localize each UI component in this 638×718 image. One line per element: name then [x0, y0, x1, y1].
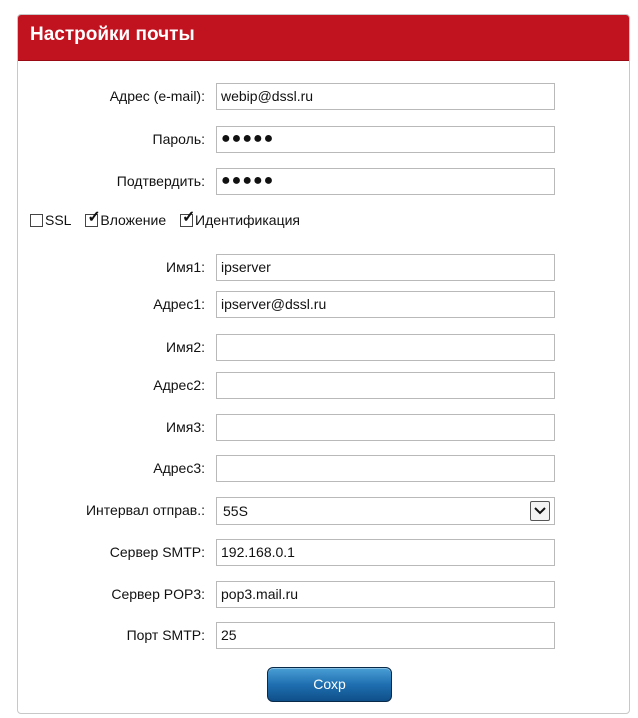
addr3-label: Адрес3: [153, 460, 205, 476]
email-field[interactable]: webip@dssl.ru [216, 83, 555, 110]
name2-label: Имя2: [166, 339, 205, 355]
auth-checkbox-box[interactable]: ✓ [180, 209, 195, 227]
interval-label: Интервал отправ.: [85, 502, 205, 518]
name1-row: Имя1: ipserver [18, 254, 629, 282]
attachment-checkbox[interactable]: ✓ Вложение [85, 209, 167, 228]
confirm-label: Подтвердить: [116, 173, 205, 189]
ssl-checkbox[interactable]: SSL [30, 212, 71, 228]
mail-settings-panel: Настройки почты Адрес (e-mail): webip@ds… [17, 14, 630, 714]
smtp-server-row: Сервер SMTP: 192.168.0.1 [18, 539, 629, 567]
smtp-server-label: Сервер SMTP: [109, 544, 205, 560]
addr1-field[interactable]: ipserver@dssl.ru [216, 291, 555, 318]
name2-row: Имя2: [18, 334, 629, 362]
page-title: Настройки почты [30, 24, 195, 45]
addr1-row: Адрес1: ipserver@dssl.ru [18, 291, 629, 319]
addr3-field[interactable] [216, 455, 555, 482]
attachment-label: Вложение [100, 212, 167, 228]
password-row: Пароль: ●●●●● [18, 126, 629, 154]
interval-value: 55S [223, 503, 248, 519]
pop3-server-row: Сервер POP3: pop3.mail.ru [18, 581, 629, 609]
addr2-field[interactable] [216, 372, 555, 399]
auth-label: Идентификация [195, 212, 301, 228]
options-checkboxes: SSL ✓ Вложение ✓ Идентификация [30, 209, 310, 232]
pop3-server-label: Сервер POP3: [111, 586, 205, 602]
confirm-row: Подтвердить: ●●●●● [18, 168, 629, 196]
name3-row: Имя3: [18, 414, 629, 442]
attachment-checkbox-box[interactable]: ✓ [85, 209, 101, 227]
save-button[interactable]: Сохр [267, 667, 392, 702]
smtp-port-label: Порт SMTP: [126, 627, 205, 643]
name3-field[interactable] [216, 414, 555, 441]
interval-row: Интервал отправ.: 55S [18, 497, 629, 525]
name1-label: Имя1: [166, 259, 205, 275]
name2-field[interactable] [216, 334, 555, 361]
email-row: Адрес (e-mail): webip@dssl.ru [18, 83, 629, 111]
panel-header: Настройки почты [18, 15, 629, 61]
addr1-label: Адрес1: [153, 296, 205, 312]
interval-select[interactable]: 55S [216, 497, 555, 525]
email-label: Адрес (e-mail): [109, 88, 205, 104]
password-label: Пароль: [152, 131, 205, 147]
auth-checkbox[interactable]: ✓ Идентификация [180, 209, 301, 228]
addr2-label: Адрес2: [153, 377, 205, 393]
smtp-port-field[interactable]: 25 [216, 622, 555, 649]
smtp-port-row: Порт SMTP: 25 [18, 622, 629, 650]
confirm-password-field[interactable]: ●●●●● [216, 168, 555, 195]
name1-field[interactable]: ipserver [216, 254, 555, 281]
ssl-label: SSL [45, 212, 72, 228]
checkmark-icon: ✓ [182, 208, 196, 226]
smtp-server-field[interactable]: 192.168.0.1 [216, 539, 555, 566]
addr2-row: Адрес2: [18, 372, 629, 400]
chevron-down-icon[interactable] [530, 501, 550, 521]
pop3-server-field[interactable]: pop3.mail.ru [216, 581, 555, 608]
checkmark-icon: ✓ [87, 208, 101, 226]
password-field[interactable]: ●●●●● [216, 126, 555, 153]
addr3-row: Адрес3: [18, 455, 629, 483]
ssl-checkbox-box[interactable] [30, 213, 43, 227]
name3-label: Имя3: [166, 419, 205, 435]
